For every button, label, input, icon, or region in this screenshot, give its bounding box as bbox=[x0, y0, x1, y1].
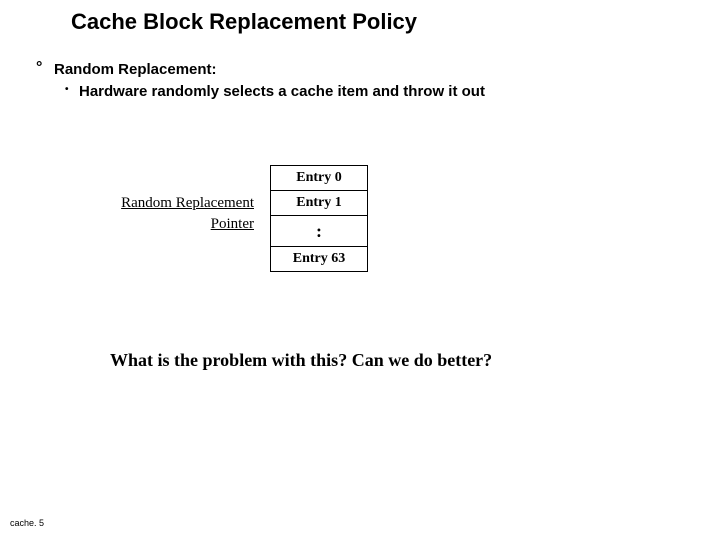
bullet-main-text: Random Replacement: bbox=[54, 61, 217, 78]
bullet-sub: Hardware randomly selects a cache item a… bbox=[79, 83, 485, 100]
diagram-pointer-label: Random Replacement Pointer bbox=[99, 193, 254, 235]
diagram-label-line2: Pointer bbox=[99, 214, 254, 235]
table-row: Entry 63 bbox=[270, 246, 368, 272]
table-row: Entry 0 bbox=[270, 165, 368, 190]
page-title: Cache Block Replacement Policy bbox=[71, 9, 417, 35]
question-text: What is the problem with this? Can we do… bbox=[110, 350, 492, 371]
bullet-main: Random Replacement: bbox=[38, 61, 217, 78]
table-row: Entry 1 bbox=[270, 190, 368, 215]
footer-page-ref: cache. 5 bbox=[10, 518, 44, 528]
diagram-label-line1: Random Replacement bbox=[99, 193, 254, 214]
table-row-ellipsis: : bbox=[270, 215, 368, 246]
cache-entries-table: Entry 0 Entry 1 : Entry 63 bbox=[270, 165, 368, 272]
